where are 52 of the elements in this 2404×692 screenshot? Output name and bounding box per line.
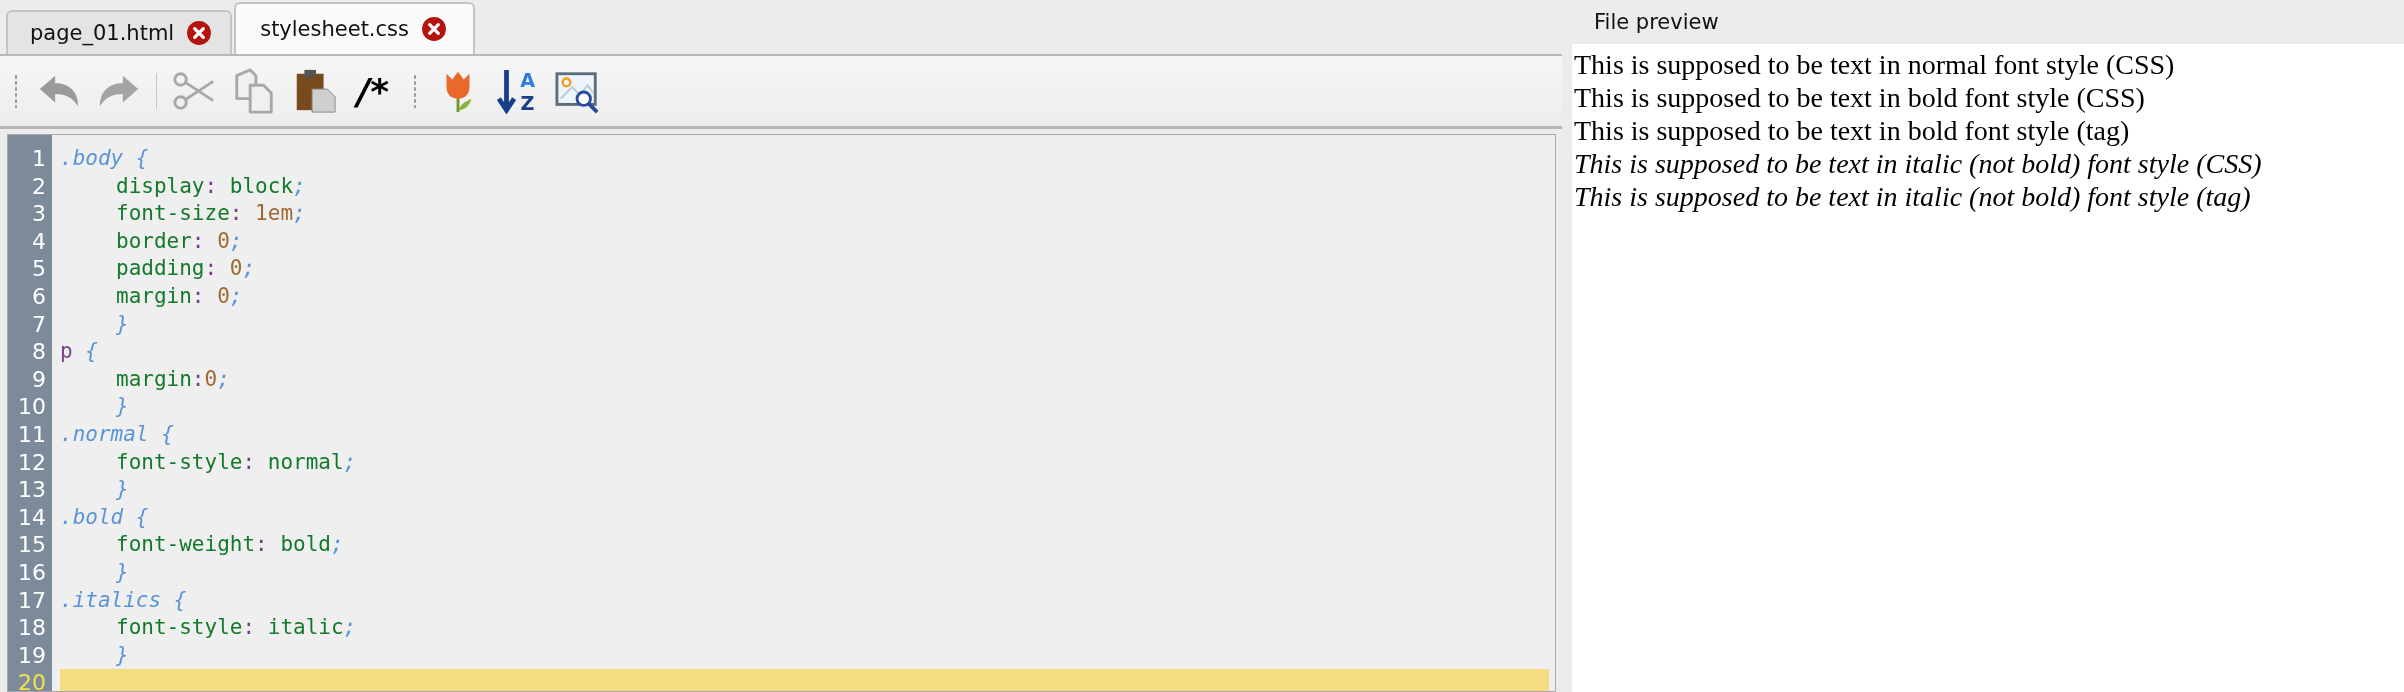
preview-text: This is supposed to be text in italic (not bold) font style (CSS) bbox=[1574, 147, 2263, 180]
line-number: 17 bbox=[17, 586, 47, 615]
code-line: font-style: italic; bbox=[116, 615, 357, 640]
line-number: 18 bbox=[17, 614, 47, 642]
line-number: 8 bbox=[31, 338, 47, 366]
line-number: 4 bbox=[31, 227, 47, 256]
preview-text: This is supposed to be text in bold font style (CSS) bbox=[1574, 81, 2146, 114]
toolbar-grip[interactable] bbox=[14, 74, 18, 108]
code-line: p { bbox=[60, 339, 98, 364]
code-line: font-style: normal; bbox=[116, 449, 357, 474]
code-line: .italics { bbox=[60, 587, 187, 612]
close-icon[interactable] bbox=[186, 20, 213, 46]
line-number: 13 bbox=[17, 476, 47, 504]
code-line: } bbox=[116, 642, 129, 667]
line-number: 11 bbox=[17, 420, 47, 449]
preview-text: This is supposed to be text in bold font style (tag) bbox=[1574, 114, 2131, 147]
line-number: 10 bbox=[17, 393, 47, 421]
code-line: .body { bbox=[60, 146, 149, 170]
preview-text: This is supposed to be text in normal font style (CSS) bbox=[1574, 48, 2176, 81]
code-line: } bbox=[116, 477, 129, 502]
close-icon[interactable] bbox=[421, 16, 447, 42]
line-number: 16 bbox=[17, 558, 47, 587]
line-number: 1 bbox=[31, 145, 47, 173]
code-line: font-size: 1em; bbox=[116, 201, 306, 226]
comment-button[interactable]: /* bbox=[351, 70, 395, 112]
line-number: 7 bbox=[31, 310, 47, 339]
code-line: margin:0; bbox=[116, 366, 230, 391]
code-line: } bbox=[116, 559, 129, 584]
panel-title: File preview bbox=[1594, 10, 1719, 34]
line-number: 12 bbox=[17, 448, 47, 477]
file-tab[interactable]: page_01.html bbox=[6, 10, 233, 54]
line-number: 19 bbox=[17, 641, 47, 670]
line-number: 15 bbox=[17, 531, 47, 559]
code-line: .normal { bbox=[60, 421, 174, 446]
preview-text: This is supposed to be text in italic (not bold) font style (tag) bbox=[1574, 180, 2252, 213]
code-line: padding: 0; bbox=[116, 256, 256, 281]
code-line: margin: 0; bbox=[116, 283, 243, 308]
line-number: 5 bbox=[31, 255, 47, 283]
line-number: 6 bbox=[31, 282, 47, 311]
line-number: 3 bbox=[31, 200, 47, 228]
code-line: .bold { bbox=[60, 504, 149, 529]
line-number: 14 bbox=[17, 503, 47, 532]
code-line: } bbox=[116, 311, 129, 336]
file-tab[interactable]: stylesheet.css bbox=[234, 2, 475, 54]
line-number: 2 bbox=[31, 172, 47, 201]
toolbar-grip[interactable] bbox=[413, 74, 417, 108]
code-line: } bbox=[116, 394, 129, 419]
code-line: font-weight: bold; bbox=[116, 532, 344, 557]
code-line: display: block; bbox=[116, 173, 306, 198]
code-line: border: 0; bbox=[116, 228, 243, 253]
line-number: 20 bbox=[17, 669, 47, 691]
line-number: 9 bbox=[31, 365, 47, 394]
